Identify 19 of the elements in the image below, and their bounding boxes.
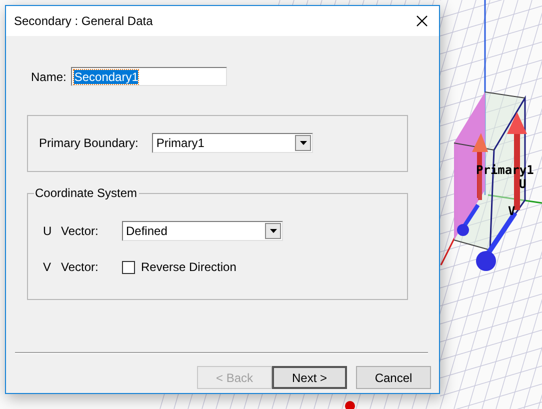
field-label: Name: [31,70,66,84]
dropdown-arrow-icon [300,141,307,145]
dropdown[interactable]: Defined [122,221,283,241]
model-label: V [508,204,516,218]
axis-label: V [43,260,52,274]
wizard-button[interactable]: Next > [272,366,347,389]
wizard-button[interactable]: Cancel [356,366,431,389]
checkbox[interactable] [122,260,135,274]
checkbox-label[interactable]: Reverse Direction [141,260,236,274]
axis-label: U [43,224,53,238]
field-label: Primary Boundary: [39,136,138,150]
name-field[interactable]: Secondary1 [71,67,228,86]
field-label: Vector: [61,224,100,238]
window-title: Secondary : General Data [14,14,153,28]
close-icon [416,15,428,27]
group-title: Coordinate System [34,186,140,200]
dropdown[interactable]: Primary1 [152,133,314,153]
field-label: Vector: [61,260,100,274]
dropdown-arrow-icon [270,229,276,233]
